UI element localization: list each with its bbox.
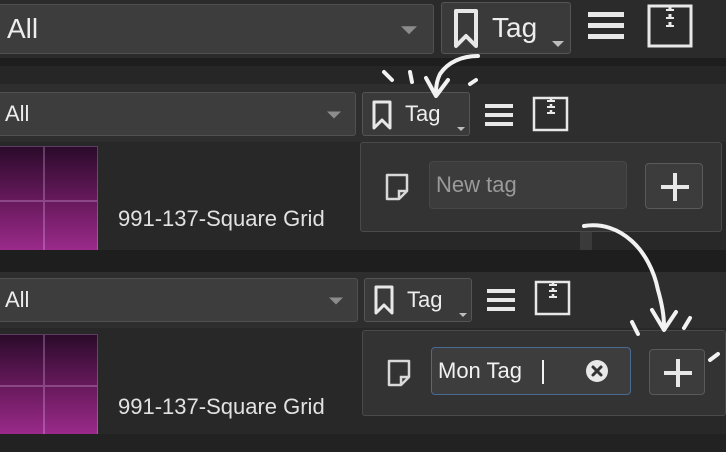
bottom-strip (0, 434, 726, 452)
grid-cell (44, 146, 98, 201)
tag-button-label: Tag (492, 12, 538, 43)
new-tag-value: Mon Tag (438, 358, 522, 383)
bookmark-icon (373, 285, 395, 315)
grid-cell (0, 201, 44, 250)
grid-cell (44, 334, 98, 386)
tag-button[interactable]: Tag (364, 278, 472, 322)
list-icon[interactable] (586, 9, 626, 43)
item-thumbnail[interactable] (0, 146, 98, 250)
filter-dropdown-label: All (7, 13, 39, 44)
chevron-down-icon (401, 26, 417, 35)
new-tag-input[interactable]: Mon Tag (431, 347, 631, 395)
dropdown-corner-icon (552, 41, 564, 47)
separator (0, 250, 726, 272)
tag-button[interactable]: Tag (441, 2, 571, 54)
new-tag-popup: Mon Tag (362, 330, 726, 416)
item-thumbnail[interactable] (0, 334, 98, 434)
dropdown-corner-icon (459, 313, 467, 317)
text-cursor (542, 360, 544, 384)
add-tag-button[interactable] (649, 349, 705, 395)
list-icon[interactable] (484, 102, 514, 128)
panel-typed-tag: All Tag 991-137-Square Grid Mon Tag (0, 272, 726, 452)
zip-archive-icon[interactable] (646, 3, 694, 49)
plus-icon (661, 173, 689, 201)
item-name: 991-137-Square Grid (118, 206, 325, 231)
note-icon (387, 359, 411, 387)
item-name: 991-137-Square Grid (118, 394, 325, 419)
grid-cell (0, 146, 44, 201)
filter-dropdown[interactable]: All (0, 278, 358, 322)
add-tag-button[interactable] (645, 163, 703, 209)
tag-button-label: Tag (405, 101, 441, 126)
zip-archive-icon[interactable] (532, 96, 570, 132)
grid-cell (0, 386, 44, 434)
tag-button-label: Tag (407, 287, 443, 312)
filter-dropdown-label: All (5, 101, 30, 126)
new-tag-placeholder: New tag (436, 172, 517, 197)
list-icon[interactable] (486, 287, 516, 313)
filter-dropdown[interactable]: All (0, 4, 434, 54)
new-tag-input[interactable]: New tag (429, 161, 627, 209)
clear-icon[interactable] (586, 360, 608, 382)
note-icon (385, 173, 409, 201)
grid-cell (0, 334, 44, 386)
separator-bar (0, 66, 726, 84)
chevron-down-icon (327, 111, 341, 119)
filter-dropdown[interactable]: All (0, 92, 356, 136)
grid-cell (44, 201, 98, 250)
chevron-down-icon (329, 297, 343, 305)
new-tag-popup: New tag (360, 142, 722, 232)
panel-zoomed-toolbar: All Tag (0, 0, 726, 58)
panel-new-tag: All Tag 991-137-Square Grid New tag (0, 84, 726, 250)
tag-button[interactable]: Tag (362, 92, 470, 136)
plus-icon (664, 359, 692, 387)
zip-archive-icon[interactable] (534, 280, 572, 316)
bookmark-icon (371, 100, 393, 130)
scrollbar[interactable] (580, 230, 592, 250)
dropdown-corner-icon (457, 127, 465, 131)
filter-dropdown-label: All (5, 287, 30, 312)
grid-cell (44, 386, 98, 434)
bookmark-icon (452, 9, 480, 49)
